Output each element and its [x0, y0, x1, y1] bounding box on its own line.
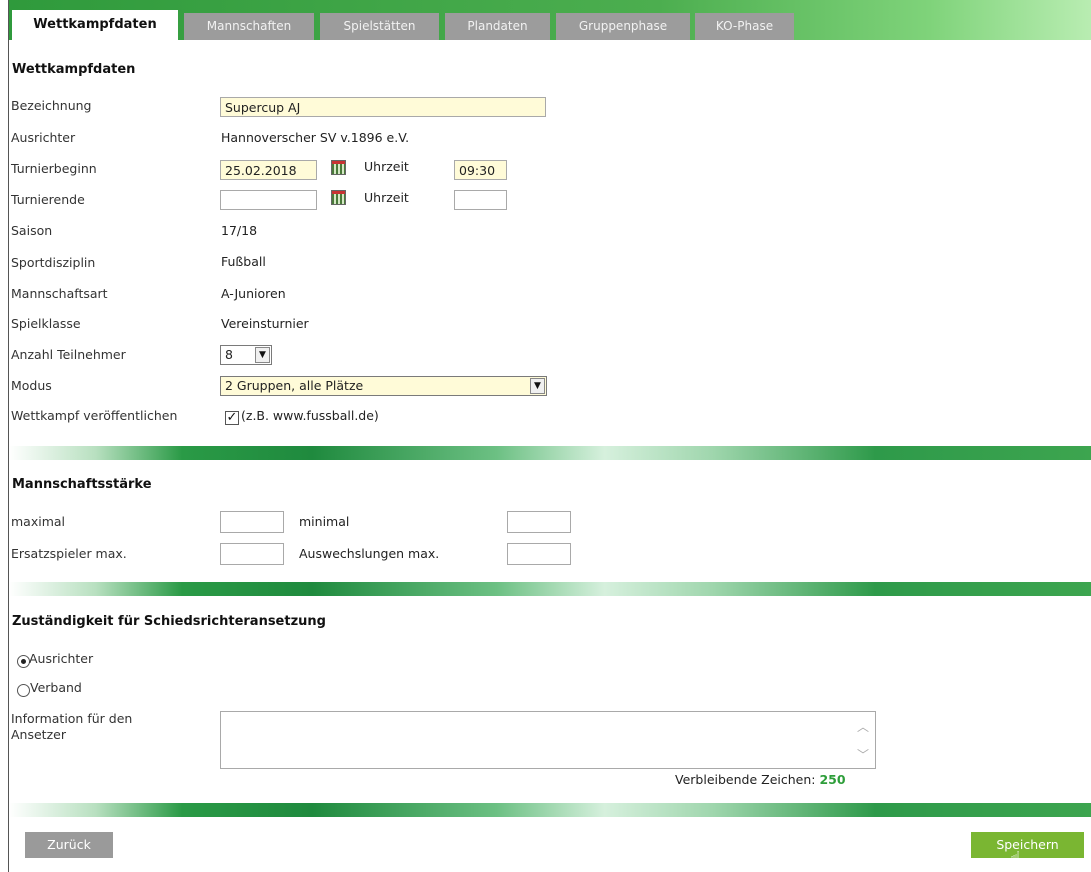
label-radio-verband: Verband	[30, 680, 82, 695]
radio-verband[interactable]	[17, 684, 30, 697]
turnierbeginn-time-input[interactable]: 09:30	[454, 160, 507, 180]
veroeffentlichen-checkbox[interactable]: ✓	[225, 411, 239, 425]
form-frame: Wettkampfdaten Mannschaften Spielstätten…	[8, 0, 1091, 872]
calendar-icon[interactable]	[331, 160, 346, 175]
label-turnierende: Turnierende	[11, 192, 85, 207]
teilnehmer-select-value: 8	[225, 347, 233, 362]
label-mannschaftsart: Mannschaftsart	[11, 286, 108, 301]
label-saison: Saison	[11, 223, 53, 238]
maximal-input[interactable]	[220, 511, 284, 533]
veroeffentlichen-hint: (z.B. www.fussball.de)	[241, 408, 379, 423]
spielklasse-value: Vereinsturnier	[221, 316, 309, 331]
chevron-down-icon[interactable]: ▼	[255, 347, 270, 363]
hand-cursor-icon: ☝	[1010, 848, 1021, 869]
section-divider	[9, 803, 1091, 817]
calendar-icon[interactable]	[331, 190, 346, 205]
label-uhrzeit-ende: Uhrzeit	[364, 190, 409, 205]
label-modus: Modus	[11, 378, 52, 393]
scroll-up-icon[interactable]: ︿	[857, 718, 869, 735]
label-radio-ausrichter: Ausrichter	[29, 651, 94, 666]
auswechslungen-input[interactable]	[507, 543, 571, 565]
ersatzspieler-input[interactable]	[220, 543, 284, 565]
turnierende-date-input[interactable]	[220, 190, 317, 210]
label-information-line1: Information für den	[11, 711, 133, 726]
label-uhrzeit-beginn: Uhrzeit	[364, 159, 409, 174]
tab-mannschaften[interactable]: Mannschaften	[184, 13, 314, 40]
modus-select-value: 2 Gruppen, alle Plätze	[225, 378, 364, 393]
section-title-wettkampfdaten: Wettkampfdaten	[12, 62, 136, 77]
tab-wettkampfdaten[interactable]: Wettkampfdaten	[12, 10, 178, 40]
bezeichnung-input[interactable]: Supercup AJ	[220, 97, 546, 117]
tab-plandaten[interactable]: Plandaten	[445, 13, 550, 40]
turnierende-time-input[interactable]	[454, 190, 507, 210]
remaining-label: Verbleibende Zeichen:	[675, 772, 816, 787]
label-auswechslungen: Auswechslungen max.	[299, 546, 440, 561]
tab-spielstaetten[interactable]: Spielstätten	[320, 13, 439, 40]
remaining-count: 250	[819, 772, 846, 787]
scroll-down-icon[interactable]: ﹀	[857, 746, 869, 763]
saison-value: 17/18	[221, 223, 258, 238]
label-information: Information für den Ansetzer	[11, 711, 132, 743]
minimal-input[interactable]	[507, 511, 571, 533]
save-button[interactable]: Speichern	[971, 832, 1084, 858]
checkmark-icon: ✓	[226, 410, 238, 425]
tab-ko-phase[interactable]: KO-Phase	[695, 13, 794, 40]
label-maximal: maximal	[11, 514, 66, 529]
teilnehmer-select[interactable]: 8 ▼	[220, 345, 272, 365]
label-minimal: minimal	[299, 514, 350, 529]
section-title-schiedsrichter: Zuständigkeit für Schiedsrichteransetzun…	[12, 614, 326, 629]
tab-gruppenphase[interactable]: Gruppenphase	[556, 13, 690, 40]
section-title-mannschaftsstaerke: Mannschaftsstärke	[12, 477, 152, 492]
sportdisziplin-value: Fußball	[221, 254, 266, 269]
remaining-characters: Verbleibende Zeichen: 250	[675, 772, 846, 787]
tab-bar: Wettkampfdaten Mannschaften Spielstätten…	[9, 0, 1091, 40]
mannschaftsart-value: A-Junioren	[221, 286, 286, 301]
back-button[interactable]: Zurück	[25, 832, 113, 858]
information-textarea[interactable]: ︿ ﹀	[220, 711, 876, 769]
ausrichter-value: Hannoverscher SV v.1896 e.V.	[221, 130, 410, 145]
label-sportdisziplin: Sportdisziplin	[11, 255, 96, 270]
label-ersatzspieler: Ersatzspieler max.	[11, 546, 127, 561]
section-divider	[9, 582, 1091, 596]
modus-select[interactable]: 2 Gruppen, alle Plätze ▼	[220, 376, 547, 396]
label-ausrichter: Ausrichter	[11, 130, 76, 145]
turnierbeginn-date-input[interactable]: 25.02.2018	[220, 160, 317, 180]
label-spielklasse: Spielklasse	[11, 316, 81, 331]
label-information-line2: Ansetzer	[11, 727, 66, 742]
label-anzahl-teilnehmer: Anzahl Teilnehmer	[11, 347, 126, 362]
label-turnierbeginn: Turnierbeginn	[11, 161, 97, 176]
label-veroeffentlichen: Wettkampf veröffentlichen	[11, 408, 178, 423]
section-divider	[9, 446, 1091, 460]
label-bezeichnung: Bezeichnung	[11, 98, 92, 113]
chevron-down-icon[interactable]: ▼	[530, 378, 545, 394]
